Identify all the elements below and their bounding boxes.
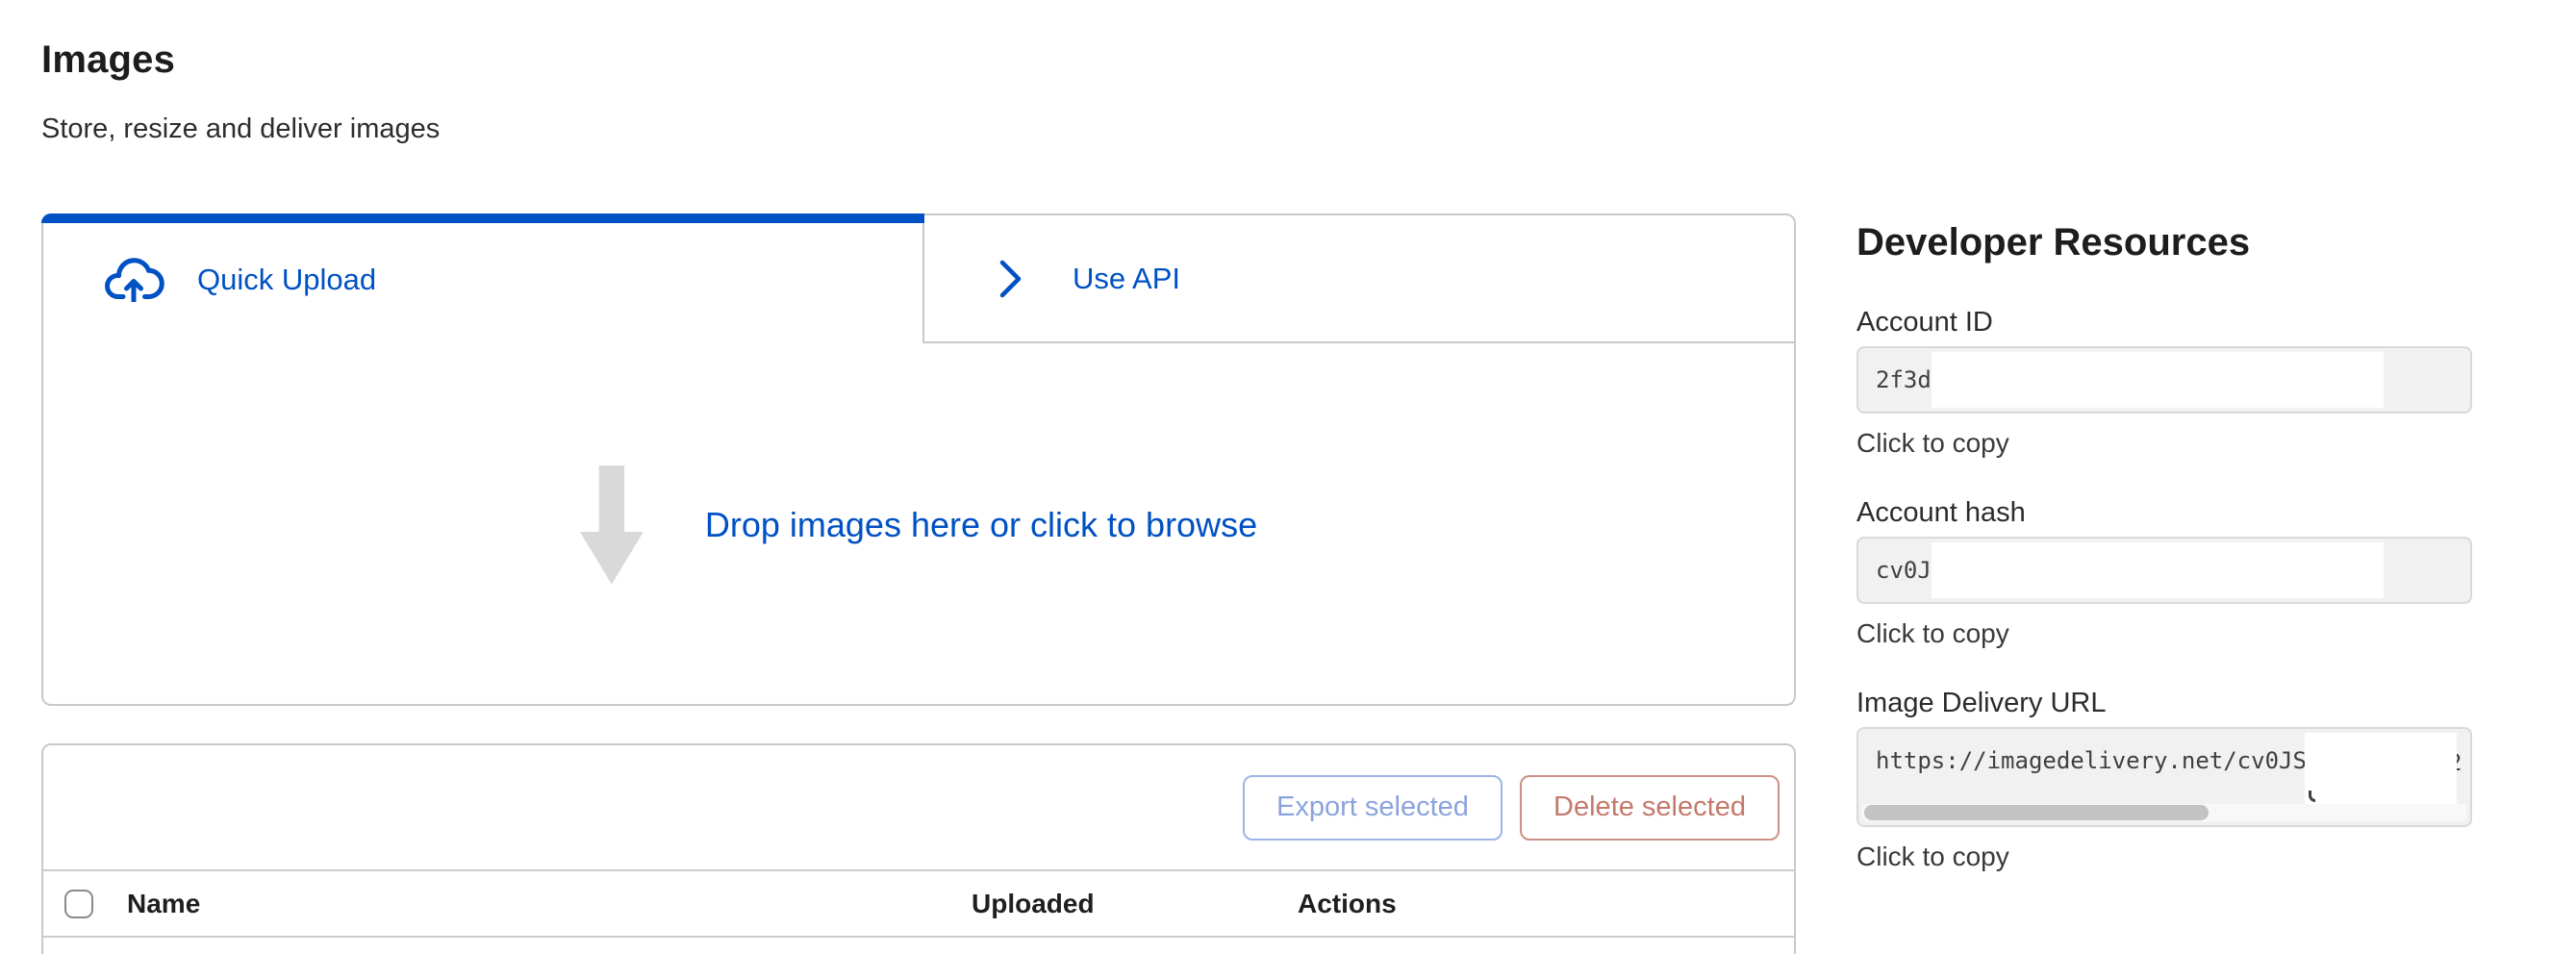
delete-selected-button[interactable]: Delete selected bbox=[1520, 775, 1780, 841]
url-horizontal-scrollbar bbox=[1862, 804, 2466, 821]
redaction-overlay bbox=[1932, 542, 2384, 598]
account-id-label: Account ID bbox=[1856, 306, 2472, 339]
tabs-row: Quick Upload Use API bbox=[43, 215, 1794, 343]
select-all-checkbox[interactable] bbox=[64, 890, 93, 918]
tab-use-api[interactable]: Use API bbox=[922, 215, 1794, 343]
table-header-row: Name Uploaded Actions bbox=[43, 871, 1794, 938]
url-scrollbar-thumb[interactable] bbox=[1864, 805, 2209, 820]
developer-resources-panel: Developer Resources Account ID 2f3d Clic… bbox=[1856, 219, 2472, 910]
table-toolbar: Export selected Delete selected bbox=[43, 745, 1794, 871]
images-table-card: Export selected Delete selected Name Upl… bbox=[41, 743, 1796, 954]
cloud-upload-icon bbox=[103, 258, 164, 302]
down-arrow-icon bbox=[580, 465, 644, 585]
image-dropzone[interactable]: Drop images here or click to browse bbox=[43, 343, 1794, 706]
image-delivery-url-field[interactable]: https://imagedelivery.net/cv0JS 2 bbox=[1856, 727, 2472, 827]
column-header-name: Name bbox=[127, 871, 200, 936]
chevron-right-icon bbox=[998, 256, 1024, 302]
page-title: Images bbox=[41, 38, 175, 82]
tab-use-api-label: Use API bbox=[1073, 262, 1180, 296]
developer-resources-title: Developer Resources bbox=[1856, 219, 2472, 265]
tab-quick-upload[interactable]: Quick Upload bbox=[43, 215, 922, 343]
upload-card: Quick Upload Use API Drop images here or… bbox=[41, 213, 1796, 706]
image-delivery-url-section: Image Delivery URL https://imagedelivery… bbox=[1856, 687, 2472, 871]
column-header-actions: Actions bbox=[1298, 871, 1397, 936]
dropzone-label: Drop images here or click to browse bbox=[705, 505, 1257, 545]
account-hash-label: Account hash bbox=[1856, 496, 2472, 529]
column-header-uploaded: Uploaded bbox=[972, 871, 1095, 936]
redaction-overlay bbox=[1932, 352, 2384, 408]
image-delivery-url-label: Image Delivery URL bbox=[1856, 687, 2472, 719]
account-hash-field[interactable]: cv0J bbox=[1856, 537, 2472, 604]
account-id-copy-hint: Click to copy bbox=[1856, 429, 2472, 458]
active-tab-indicator bbox=[41, 213, 924, 223]
export-selected-button[interactable]: Export selected bbox=[1243, 775, 1503, 841]
page-subtitle: Store, resize and deliver images bbox=[41, 113, 440, 145]
account-id-section: Account ID 2f3d Click to copy bbox=[1856, 306, 2472, 458]
redacted-edge-glyph: 2 bbox=[2457, 746, 2466, 779]
redaction-overlay bbox=[2305, 733, 2457, 810]
images-page: Images Store, resize and deliver images … bbox=[0, 0, 2576, 954]
account-hash-section: Account hash cv0J Click to copy bbox=[1856, 496, 2472, 648]
image-delivery-url-copy-hint: Click to copy bbox=[1856, 842, 2472, 871]
account-hash-copy-hint: Click to copy bbox=[1856, 619, 2472, 648]
tab-quick-upload-label: Quick Upload bbox=[197, 263, 376, 297]
account-id-field[interactable]: 2f3d bbox=[1856, 346, 2472, 414]
